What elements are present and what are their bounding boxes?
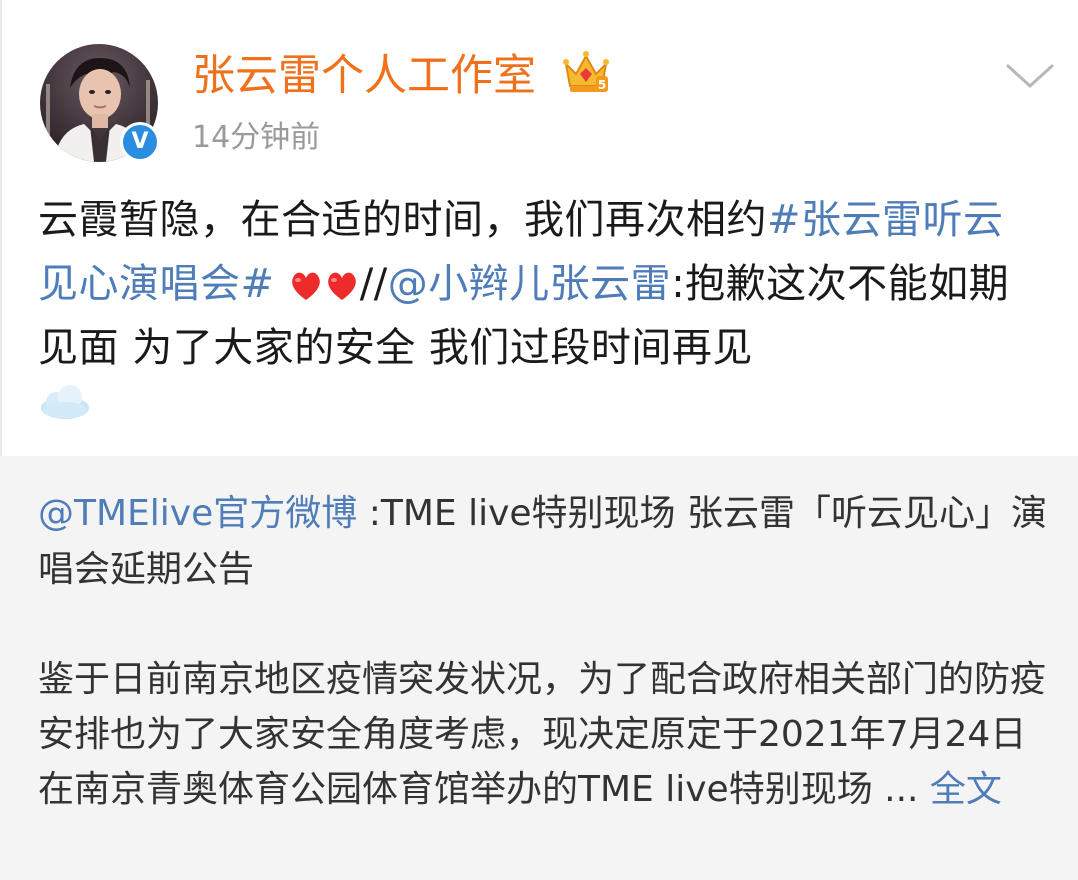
separator [275, 261, 288, 307]
author-name[interactable]: 张云雷个人工作室 [192, 50, 536, 102]
heart-icon [291, 272, 320, 300]
full-text-link[interactable]: 全文 [930, 769, 1002, 810]
weibo-post: V 张云雷个人工作室 5 14分钟前 云霞暂隐，在合适的时间，我们再次相约#张云… [0, 0, 1078, 880]
quoted-user-link[interactable]: @TMElive官方微博 [38, 493, 357, 534]
quoted-body-text: 鉴于日前南京地区疫情突发状况，为了配合政府相关部门的防疫安排也为了大家安全角度考… [38, 659, 1047, 810]
chevron-down-icon[interactable] [1002, 54, 1058, 94]
repost-slashes: // [359, 261, 388, 307]
quoted-header: @TMElive官方微博 :TME live特别现场 张云雷「听云见心」演唱会延… [38, 486, 1048, 598]
post-content: 云霞暂隐，在合适的时间，我们再次相约#张云雷听云见心演唱会# //@小辫儿张云雷… [38, 188, 1038, 380]
svg-text:5: 5 [598, 78, 606, 92]
verified-badge: V [120, 122, 160, 162]
crown-icon: 5 [563, 51, 609, 92]
quoted-post[interactable]: @TMElive官方微博 :TME live特别现场 张云雷「听云见心」演唱会延… [0, 456, 1078, 880]
cloud-icon [41, 385, 89, 419]
quoted-body: 鉴于日前南京地区疫情突发状况，为了配合政府相关部门的防疫安排也为了大家安全角度考… [38, 652, 1058, 817]
post-time: 14分钟前 [192, 120, 321, 155]
post-text: 云霞暂隐，在合适的时间，我们再次相约 [38, 197, 767, 243]
mention-link[interactable]: @小辫儿张云雷 [388, 261, 672, 307]
heart-icon [327, 272, 356, 300]
verified-icon: V [123, 125, 157, 159]
